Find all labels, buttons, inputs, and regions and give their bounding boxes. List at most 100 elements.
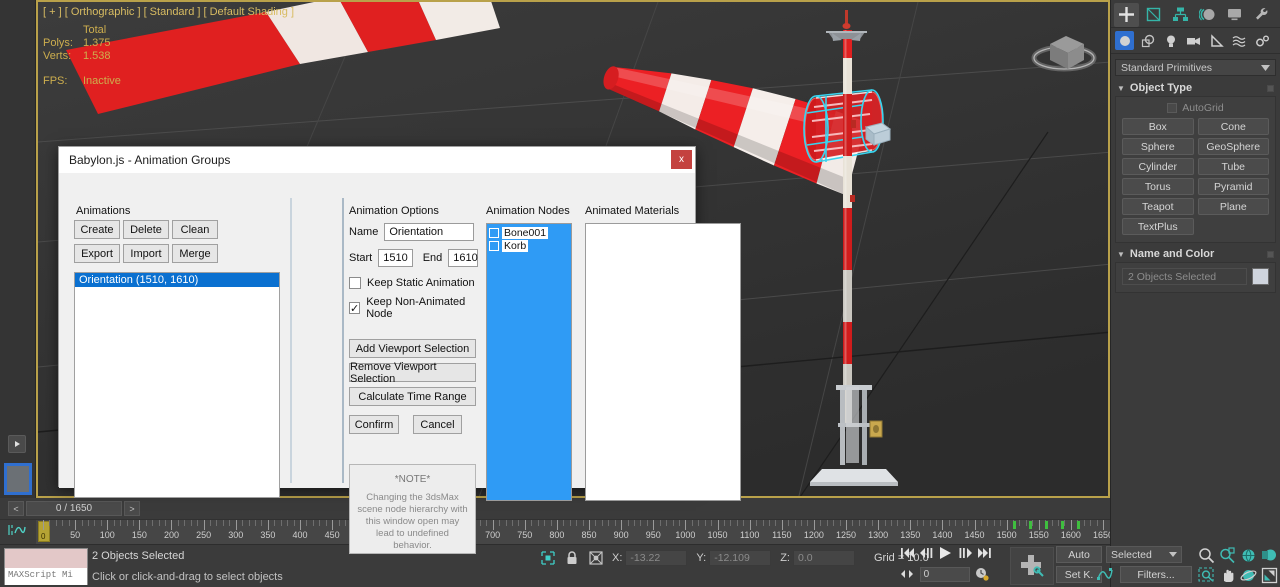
region-zoom-icon[interactable] xyxy=(1196,565,1217,585)
confirm-button[interactable]: Confirm xyxy=(349,415,399,434)
zoom-extents-icon[interactable] xyxy=(1238,545,1259,565)
primitive-plane-button[interactable]: Plane xyxy=(1197,198,1269,215)
cameras-subtab[interactable] xyxy=(1184,31,1203,50)
remove-viewport-selection-button[interactable]: Remove Viewport Selection xyxy=(349,361,476,385)
motion-tab[interactable] xyxy=(1195,3,1220,27)
primitive-geosphere-button[interactable]: GeoSphere xyxy=(1197,138,1269,155)
play-animation-button[interactable] xyxy=(938,545,954,561)
key-filter-selected-combobox[interactable]: Selected xyxy=(1106,546,1182,563)
node-checkbox[interactable] xyxy=(489,241,499,251)
space-warps-subtab[interactable] xyxy=(1230,31,1249,50)
primitive-textplus-button[interactable]: TextPlus xyxy=(1122,218,1194,235)
animated-materials-list[interactable] xyxy=(585,223,741,501)
dialog-title-bar[interactable]: Babylon.js - Animation Groups x xyxy=(59,147,695,173)
lock-icon[interactable] xyxy=(564,551,579,566)
set-key-button[interactable] xyxy=(1010,547,1054,585)
next-frame-button[interactable] xyxy=(958,545,973,561)
curve-editor-icon[interactable] xyxy=(8,524,26,539)
primitive-cylinder-button[interactable]: Cylinder xyxy=(1122,158,1194,175)
node-checkbox[interactable] xyxy=(489,228,499,238)
set-tangents-icon[interactable] xyxy=(1096,566,1114,587)
geometry-subtab[interactable] xyxy=(1115,31,1134,50)
pan-hand-icon[interactable] xyxy=(1217,565,1238,585)
name-and-color-header[interactable]: ▼ Name and Color xyxy=(1115,246,1276,262)
go-to-start-button[interactable] xyxy=(900,545,915,561)
animation-name-input[interactable]: Orientation xyxy=(384,223,475,241)
start-frame-input[interactable]: 1510 xyxy=(378,249,413,267)
cancel-button[interactable]: Cancel xyxy=(413,415,462,434)
animation-nodes-list[interactable]: Bone001 Korb xyxy=(486,223,572,501)
view-cube[interactable] xyxy=(1028,14,1100,86)
y-coord-input[interactable]: -12.109 xyxy=(709,550,772,566)
next-frame-button[interactable]: > xyxy=(124,501,140,516)
create-animation-button[interactable]: Create xyxy=(74,220,120,239)
y-coord[interactable]: Y: -12.109 xyxy=(696,550,772,566)
list-item[interactable]: Korb xyxy=(489,240,569,252)
modify-tab[interactable] xyxy=(1141,3,1166,27)
list-item[interactable]: Orientation (1510, 1610) xyxy=(75,273,279,287)
z-coord[interactable]: Z: 0.0 xyxy=(780,550,855,566)
prev-frame-button[interactable]: < xyxy=(8,501,24,516)
filters-button[interactable]: Filters... xyxy=(1120,566,1192,583)
go-to-end-button[interactable] xyxy=(977,545,992,561)
primitive-teapot-button[interactable]: Teapot xyxy=(1122,198,1194,215)
x-coord-input[interactable]: -13.22 xyxy=(625,550,688,566)
export-animation-button[interactable]: Export xyxy=(74,244,120,263)
primitive-pyramid-button[interactable]: Pyramid xyxy=(1197,178,1269,195)
z-coord-input[interactable]: 0.0 xyxy=(792,550,855,566)
selection-lock-toggle-icon[interactable] xyxy=(540,551,555,566)
delete-animation-button[interactable]: Delete xyxy=(123,220,169,239)
calculate-time-range-button[interactable]: Calculate Time Range xyxy=(349,387,476,406)
create-tab[interactable] xyxy=(1114,2,1139,27)
animations-listbox[interactable]: Orientation (1510, 1610) xyxy=(74,272,280,498)
list-item[interactable]: Bone001 xyxy=(489,227,569,239)
color-swatch-button[interactable] xyxy=(4,463,32,495)
timeline-ruler[interactable]: 0 50100150200250300350400450500550600650… xyxy=(36,520,1110,544)
primitive-tube-button[interactable]: Tube xyxy=(1197,158,1269,175)
object-type-header[interactable]: ▼ Object Type xyxy=(1115,80,1276,96)
zoom-extents-all-icon[interactable] xyxy=(1259,545,1280,565)
display-tab[interactable] xyxy=(1222,3,1247,27)
absolute-relative-toggle-icon[interactable] xyxy=(588,551,603,566)
key-mode-toggle-icon[interactable] xyxy=(900,566,916,582)
end-frame-input[interactable]: 1610 xyxy=(448,249,479,267)
maximize-viewport-icon[interactable] xyxy=(1259,565,1280,585)
keyframe-marker[interactable] xyxy=(1045,521,1049,529)
hierarchy-tab[interactable] xyxy=(1168,3,1193,27)
keyframe-marker[interactable] xyxy=(1061,521,1065,529)
category-combobox[interactable]: Standard Primitives xyxy=(1115,59,1276,76)
maxscript-input-area[interactable]: MAXScript Mi xyxy=(5,568,87,585)
expand-toolbar-button[interactable] xyxy=(8,435,26,453)
maxscript-output-area[interactable] xyxy=(5,549,87,568)
x-coord[interactable]: X: -13.22 xyxy=(612,550,688,566)
time-slider[interactable]: 0 xyxy=(38,521,50,542)
keyframe-marker[interactable] xyxy=(1029,521,1033,529)
object-name-input[interactable]: 2 Objects Selected xyxy=(1122,268,1247,285)
maxscript-mini-listener[interactable]: MAXScript Mi xyxy=(4,548,88,585)
auto-key-button[interactable]: Auto xyxy=(1056,546,1102,563)
utilities-tab[interactable] xyxy=(1249,3,1274,27)
lights-subtab[interactable] xyxy=(1161,31,1180,50)
helpers-subtab[interactable] xyxy=(1207,31,1226,50)
primitive-cone-button[interactable]: Cone xyxy=(1197,118,1269,135)
keyframe-marker[interactable] xyxy=(1077,521,1081,529)
shapes-subtab[interactable] xyxy=(1138,31,1157,50)
add-viewport-selection-button[interactable]: Add Viewport Selection xyxy=(349,339,476,358)
orbit-icon[interactable] xyxy=(1238,565,1259,585)
primitive-box-button[interactable]: Box xyxy=(1122,118,1194,135)
merge-animation-button[interactable]: Merge xyxy=(172,244,218,263)
autogrid-row[interactable]: AutoGrid xyxy=(1122,102,1269,118)
previous-frame-button[interactable] xyxy=(919,545,934,561)
primitive-sphere-button[interactable]: Sphere xyxy=(1122,138,1194,155)
systems-subtab[interactable] xyxy=(1253,31,1272,50)
current-frame-input[interactable]: 0 xyxy=(919,566,971,582)
object-color-swatch[interactable] xyxy=(1252,268,1269,285)
close-icon[interactable]: x xyxy=(671,150,692,169)
keyframe-marker[interactable] xyxy=(1013,521,1017,529)
frame-counter[interactable]: 0 / 1650 xyxy=(26,501,122,516)
zoom-icon[interactable] xyxy=(1196,545,1217,565)
time-configuration-icon[interactable] xyxy=(974,566,990,582)
autogrid-checkbox[interactable] xyxy=(1167,103,1178,113)
import-animation-button[interactable]: Import xyxy=(123,244,169,263)
clean-animation-button[interactable]: Clean xyxy=(172,220,218,239)
